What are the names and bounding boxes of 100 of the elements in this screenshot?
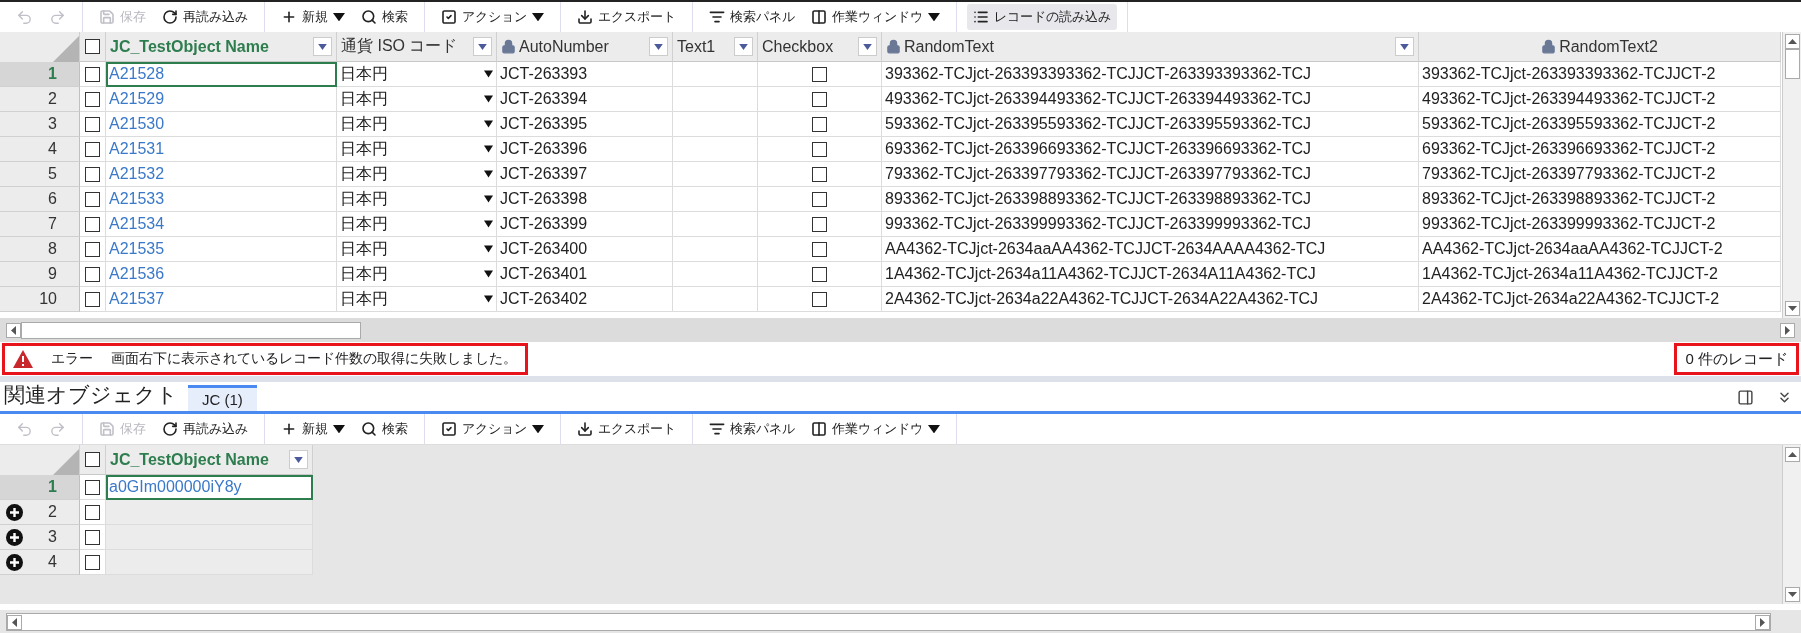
table-cell-text: 日本円 [340,138,388,159]
toolbar-button[interactable]: 検索 [355,4,414,30]
row-number[interactable]: 6 [0,187,80,212]
columns-icon [811,421,827,437]
row-number[interactable]: 10 [0,287,80,312]
caret-icon[interactable] [484,170,493,178]
checkbox[interactable] [812,116,827,132]
caret-icon[interactable] [484,70,493,78]
checkbox[interactable] [812,166,827,182]
row-checkbox[interactable] [85,66,100,82]
table-cell: 493362-TCJjct-263394493362-TCJJCT-2 [1422,90,1716,108]
toolbar-button[interactable]: 検索 [355,416,414,442]
caret-icon[interactable] [484,270,493,278]
caret-icon[interactable] [484,120,493,128]
row-number[interactable]: 2 [0,87,80,112]
toolbar-button[interactable]: アクション [435,4,550,30]
caret-icon[interactable] [484,145,493,153]
column-filter-button[interactable] [1395,37,1414,56]
record-link[interactable]: A21528 [109,65,165,83]
row-number[interactable]: 8 [0,237,80,262]
row-number[interactable]: 2 [0,500,80,525]
table-cell: JCT-263397 [500,165,588,183]
record-link[interactable]: A21536 [109,265,165,283]
toolbar-button[interactable]: 検索パネル [703,4,801,30]
record-link[interactable]: A21537 [109,290,165,308]
caret-icon[interactable] [484,245,493,253]
toolbar-button[interactable]: 作業ウィンドウ [805,416,946,442]
record-link[interactable]: A21535 [109,240,165,258]
record-link[interactable]: A21532 [109,165,165,183]
tab[interactable]: JC (1) [188,385,257,411]
toolbar-button[interactable]: レコードの読み込み [967,4,1117,30]
checkbox[interactable] [812,291,827,307]
caret-icon[interactable] [484,295,493,303]
table-cell: 693362-TCJjct-263396693362-TCJJCT-263396693362-TCJ [885,140,1312,158]
caret-icon[interactable] [484,220,493,228]
row-checkbox[interactable] [85,216,100,232]
toolbar-button[interactable]: エクスポート [571,416,682,442]
caret-icon[interactable] [484,195,493,203]
checkbox[interactable] [812,266,827,282]
row-number[interactable]: 4 [0,137,80,162]
record-link[interactable]: A21530 [109,115,165,133]
row-checkbox[interactable] [85,291,100,307]
row-checkbox[interactable] [85,116,100,132]
checkbox[interactable] [812,191,827,207]
table-cell: 593362-TCJjct-263395593362-TCJJCT-263395593362-TCJ [885,115,1312,133]
record-link[interactable]: A21529 [109,90,165,108]
panel-icon[interactable] [1737,389,1754,406]
row-checkbox[interactable] [85,191,100,207]
column-header[interactable]: RandomText [886,37,994,56]
toolbar-button[interactable]: 作業ウィンドウ [805,4,946,30]
add-row-icon[interactable] [6,528,23,546]
checkbox[interactable] [812,141,827,157]
checkbox[interactable] [812,91,827,107]
add-row-icon[interactable] [6,503,23,521]
row-checkbox[interactable] [85,166,100,182]
toolbar-button[interactable]: アクション [435,416,550,442]
row-checkbox[interactable] [85,554,100,570]
column-filter-button[interactable] [858,37,877,56]
toolbar-button[interactable]: 新規 [275,416,351,442]
toolbar-button[interactable]: 新規 [275,4,351,30]
column-filter-button[interactable] [289,450,308,469]
record-link[interactable]: A21534 [109,215,165,233]
lock-icon [501,39,516,54]
checkbox[interactable] [812,216,827,232]
row-checkbox[interactable] [85,241,100,257]
table-cell: 493362-TCJjct-263394493362-TCJJCT-263394493362-TCJ [885,90,1312,108]
row-checkbox[interactable] [85,91,100,107]
checkbox[interactable] [812,241,827,257]
row-number[interactable]: 5 [0,162,80,187]
column-filter-button[interactable] [734,37,753,56]
toolbar-button[interactable]: エクスポート [571,4,682,30]
toolbar-button[interactable]: 検索パネル [703,416,801,442]
refresh-icon [162,9,178,25]
add-row-icon[interactable] [6,553,23,571]
row-number[interactable]: 9 [0,262,80,287]
record-link[interactable]: A21531 [109,140,165,158]
select-all-checkbox[interactable] [85,39,100,54]
scrollbar-thumb[interactable] [1784,49,1800,79]
checkbox[interactable] [812,66,827,82]
row-number[interactable]: 7 [0,212,80,237]
table-cell-text: 日本円 [340,188,388,209]
row-checkbox[interactable] [85,529,100,545]
column-filter-button[interactable] [649,37,668,56]
row-number[interactable]: 3 [0,112,80,137]
table-cell: 393362-TCJjct-263393393362-TCJJCT-2 [1422,65,1716,83]
toolbar-button[interactable]: 再読み込み [156,416,254,442]
row-checkbox[interactable] [85,141,100,157]
column-filter-button[interactable] [313,37,332,56]
row-checkbox[interactable] [85,479,100,495]
select-all-checkbox[interactable] [85,452,100,467]
scrollbar-thumb[interactable] [21,321,361,339]
caret-icon[interactable] [484,95,493,103]
row-checkbox[interactable] [85,266,100,282]
toolbar-button[interactable]: 再読み込み [156,4,254,30]
row-checkbox[interactable] [85,504,100,520]
record-link[interactable]: A21533 [109,190,165,208]
row-number[interactable]: 3 [0,525,80,550]
row-number[interactable]: 4 [0,550,80,575]
column-filter-button[interactable] [473,37,492,56]
table-cell: 993362-TCJjct-263399993362-TCJJCT-263399993362-TCJ [885,215,1312,233]
